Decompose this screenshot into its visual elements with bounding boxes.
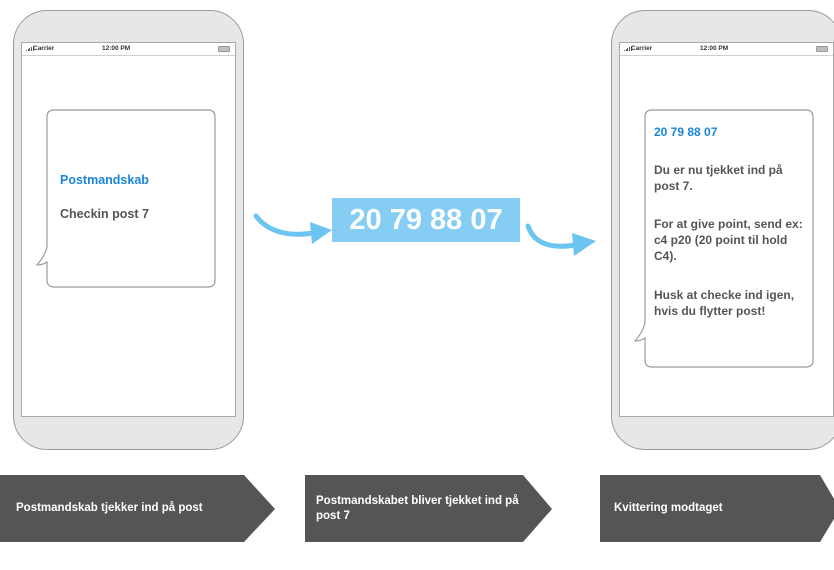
- step-label-2: Postmandskabet bliver tjekket ind på pos…: [316, 494, 519, 522]
- step-label-1: Postmandskab tjekker ind på post: [16, 502, 203, 514]
- step-label-3: Kvittering modtaget: [614, 502, 723, 514]
